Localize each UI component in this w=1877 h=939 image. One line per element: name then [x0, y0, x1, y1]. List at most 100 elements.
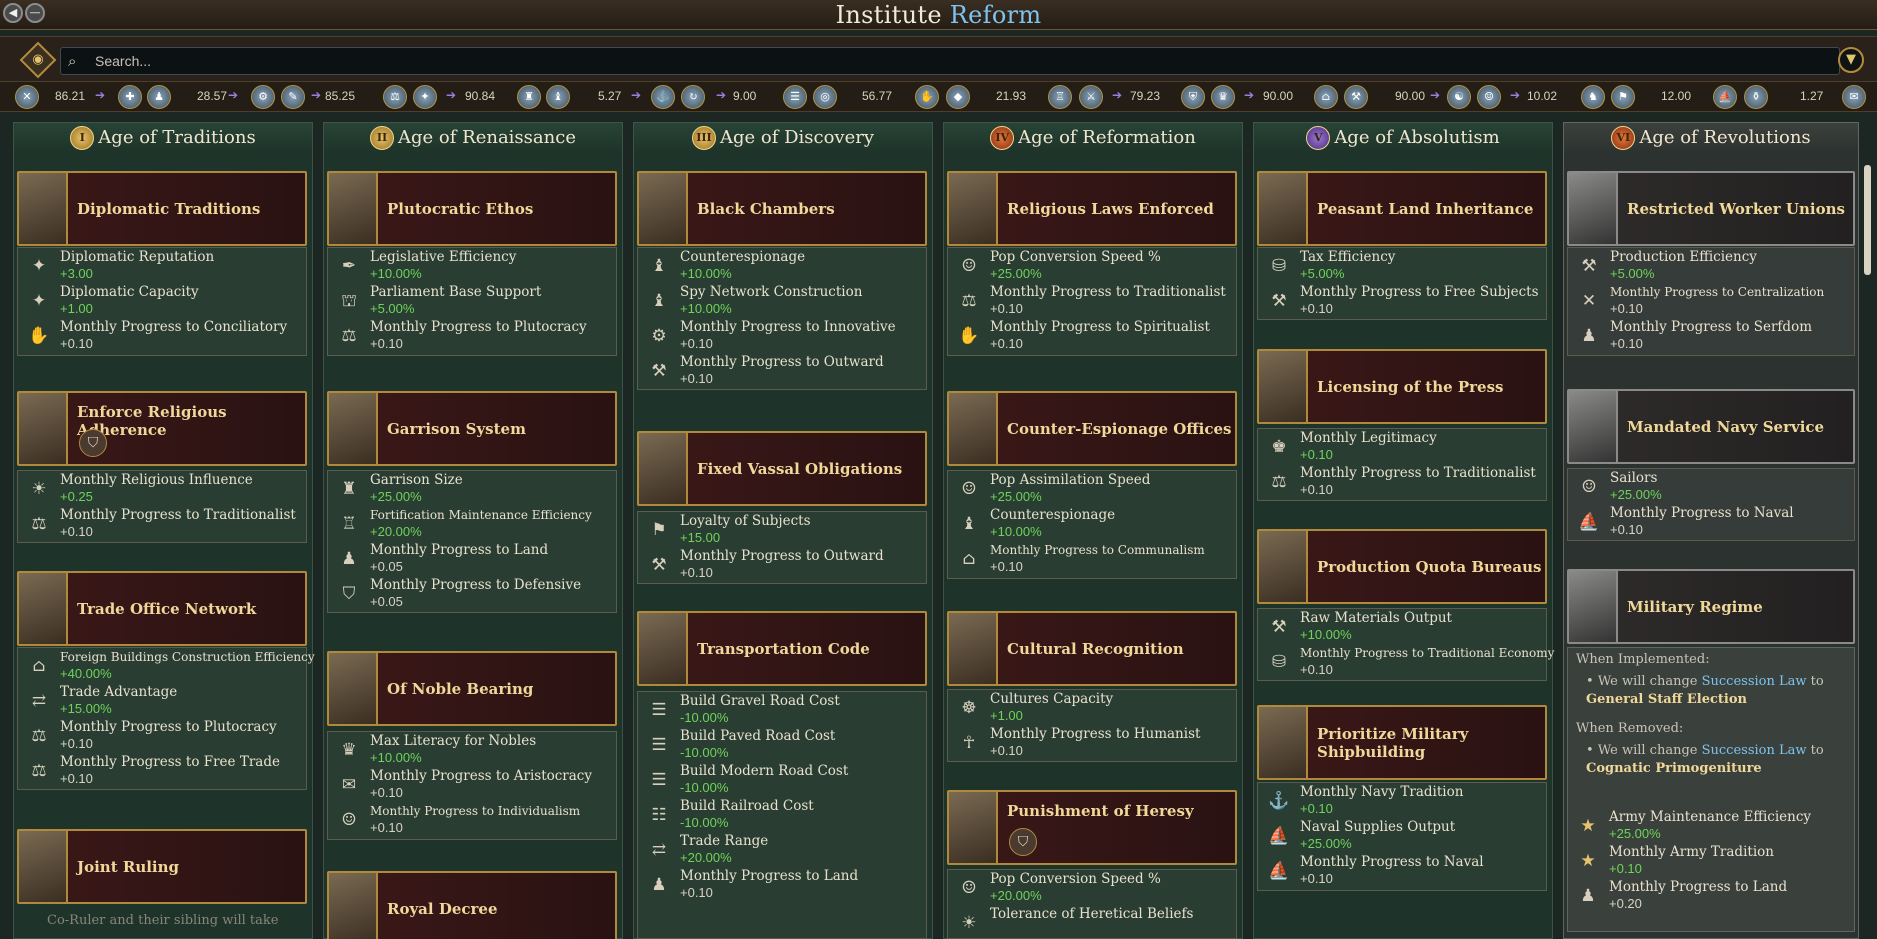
effect-value: +0.10: [990, 559, 1023, 574]
succession-law-link[interactable]: Succession Law: [1702, 674, 1807, 689]
reform-card-royal-decree[interactable]: Royal Decree: [327, 871, 617, 939]
reform-card-punishment-of-heresy[interactable]: Punishment of Heresy ⛉: [947, 790, 1237, 865]
implemented-note: • We will change Succession Law to Genera…: [1586, 674, 1824, 707]
stat-icon[interactable]: ⚑: [1611, 85, 1635, 109]
stat-icon[interactable]: ⚔: [1079, 85, 1103, 109]
reform-card-licensing-of-the-press[interactable]: Licensing of the Press: [1257, 349, 1547, 424]
minimize-button[interactable]: —: [25, 3, 45, 23]
effect-value: +0.10: [1300, 447, 1333, 462]
reform-card-military-regime[interactable]: Military Regime: [1567, 569, 1855, 644]
stat-value: 79.23: [1130, 89, 1161, 103]
column-age-of-traditions: I Age of Traditions Diplomatic Traditions…: [13, 122, 315, 939]
arrow-icon: ➔: [631, 88, 642, 102]
reform-card-counter-espionage-offices[interactable]: Counter-Espionage Offices: [947, 391, 1237, 466]
stat-icon[interactable]: ♖: [1048, 85, 1072, 109]
fortress-icon: ♖: [341, 514, 357, 534]
effect-value: +10.00%: [370, 750, 422, 765]
reform-card-joint-ruling[interactable]: Joint Ruling: [17, 829, 307, 904]
age-numeral-icon: I: [70, 126, 95, 150]
effects-list: ⚒ Raw Materials Output +10.00% ⛁ Monthly Pr…: [1257, 608, 1554, 681]
back-button[interactable]: ◀: [3, 3, 23, 23]
removed-header: When Removed:: [1576, 721, 1684, 736]
effect-row: ☰ Build Modern Road Cost -10.00%: [638, 762, 926, 797]
arrow-icon: ➔: [1244, 88, 1255, 102]
reform-card-transportation-code[interactable]: Transportation Code: [637, 611, 927, 686]
stat-icon[interactable]: ⌂: [1314, 85, 1338, 109]
stat-icon[interactable]: ⚓: [651, 85, 675, 109]
stat-icon[interactable]: ⚒: [1344, 85, 1368, 109]
stat-icon[interactable]: ♟: [147, 85, 171, 109]
reform-card-religious-laws-enforced[interactable]: Religious Laws Enforced: [947, 171, 1237, 246]
stat-icon[interactable]: ⛨: [1181, 85, 1205, 109]
column-header: V Age of Absolutism: [1254, 123, 1552, 153]
effect-row: ☀ Monthly Religious Influence +0.25: [18, 471, 306, 506]
effects-list: ⚑ Loyalty of Subjects +15.00 ⚒ Monthly Prog…: [637, 511, 927, 584]
stat-icon[interactable]: ⚱: [1744, 85, 1768, 109]
stat-icon[interactable]: ♛: [1211, 85, 1235, 109]
eye-icon: ◉: [32, 52, 44, 67]
handshake-icon: ✋: [28, 326, 50, 346]
effect-row: ⛫ Parliament Base Support +5.00%: [328, 283, 616, 318]
reform-card-mandated-navy-service[interactable]: Mandated Navy Service: [1567, 389, 1855, 464]
stat-icon[interactable]: ⛵: [1713, 85, 1737, 109]
stat-icon[interactable]: ⚖: [383, 85, 407, 109]
stat-icon[interactable]: ✦: [413, 85, 437, 109]
note-text: to: [1810, 743, 1824, 758]
reform-card-cultural-recognition[interactable]: Cultural Recognition: [947, 611, 1237, 686]
effect-name: Monthly Progress to Plutocracy: [370, 319, 587, 335]
effect-value: +0.10: [60, 771, 93, 786]
search-input[interactable]: [95, 51, 1795, 71]
filter-button[interactable]: ▼: [1838, 47, 1864, 73]
stat-icon[interactable]: ♝: [546, 85, 570, 109]
reform-card-peasant-land-inheritance[interactable]: Peasant Land Inheritance: [1257, 171, 1547, 246]
reform-card-prioritize-military-shipbuilding[interactable]: Prioritize Military Shipbuilding: [1257, 705, 1547, 780]
reform-card-garrison-system[interactable]: Garrison System: [327, 391, 617, 466]
road-icon: ☰: [651, 770, 667, 790]
effect-name: Cultures Capacity: [990, 691, 1114, 707]
reform-card-restricted-worker-unions[interactable]: Restricted Worker Unions: [1567, 171, 1855, 246]
centralization-icon: ✕: [1581, 291, 1597, 311]
effects-list: ☺ Pop Assimilation Speed +25.00% ♝ Countere…: [947, 470, 1237, 579]
stat-icon[interactable]: ↻: [681, 85, 705, 109]
vertical-scrollbar[interactable]: [1864, 165, 1871, 275]
reform-title: Transportation Code: [697, 639, 870, 658]
effect-row: ⚒ Monthly Progress to Outward +0.10: [638, 547, 926, 582]
effect-row: ✕ Monthly Progress to Centralization +0.10: [1568, 283, 1854, 318]
reform-card-fixed-vassal-obligations[interactable]: Fixed Vassal Obligations: [637, 431, 927, 506]
reform-card-enforce-religious-adherence[interactable]: Enforce Religious Adherence ⛉: [17, 391, 307, 466]
stat-icon[interactable]: ♞: [1581, 85, 1605, 109]
effect-name: Monthly Navy Tradition: [1300, 784, 1464, 800]
reform-card-production-quota-bureaus[interactable]: Production Quota Bureaus: [1257, 529, 1547, 604]
stat-icon[interactable]: ☯: [1447, 85, 1471, 109]
stat-icon[interactable]: ✋: [915, 85, 939, 109]
succession-law-link[interactable]: Succession Law: [1702, 743, 1807, 758]
search-box[interactable]: ⌕: [60, 47, 1840, 75]
reform-card-trade-office-network[interactable]: Trade Office Network: [17, 571, 307, 646]
reform-title: Royal Decree: [387, 899, 498, 918]
reform-card-black-chambers[interactable]: Black Chambers: [637, 171, 927, 246]
stat-icon[interactable]: ♜: [517, 85, 541, 109]
stat-icon[interactable]: ☰: [783, 85, 807, 109]
effects-list: ♛ Max Literacy for Nobles +10.00% ✉ Monthly…: [327, 731, 617, 840]
effect-row: ☺ Monthly Progress to Individualism +0.10: [328, 802, 616, 837]
stat-icon[interactable]: ✎: [281, 85, 305, 109]
reform-card-plutocratic-ethos[interactable]: Plutocratic Ethos: [327, 171, 617, 246]
reform-card-of-noble-bearing[interactable]: Of Noble Bearing: [327, 651, 617, 726]
stat-icon[interactable]: ◎: [813, 85, 837, 109]
reform-portrait-icon: [19, 393, 68, 464]
stat-icon[interactable]: ✚: [118, 85, 142, 109]
stat-icon[interactable]: ☺: [1477, 85, 1501, 109]
stat-icon[interactable]: ✕: [15, 85, 39, 109]
peasant-icon: ⚒: [1271, 291, 1287, 311]
ship-icon: ⛵: [1578, 512, 1600, 532]
stat-icon[interactable]: ✉: [1842, 85, 1866, 109]
visibility-toggle-button[interactable]: ◉: [19, 41, 57, 79]
railroad-icon: ☷: [651, 805, 667, 825]
effect-value: -10.00%: [680, 780, 729, 795]
effect-row: ⛵ Monthly Progress to Naval +0.10: [1568, 504, 1854, 539]
effect-name: Monthly Progress to Plutocracy: [60, 719, 277, 735]
effect-value: +0.10: [370, 820, 403, 835]
stat-icon[interactable]: ◆: [946, 85, 970, 109]
reform-card-diplomatic-traditions[interactable]: Diplomatic Traditions: [17, 171, 307, 246]
stat-icon[interactable]: ⚙: [251, 85, 275, 109]
